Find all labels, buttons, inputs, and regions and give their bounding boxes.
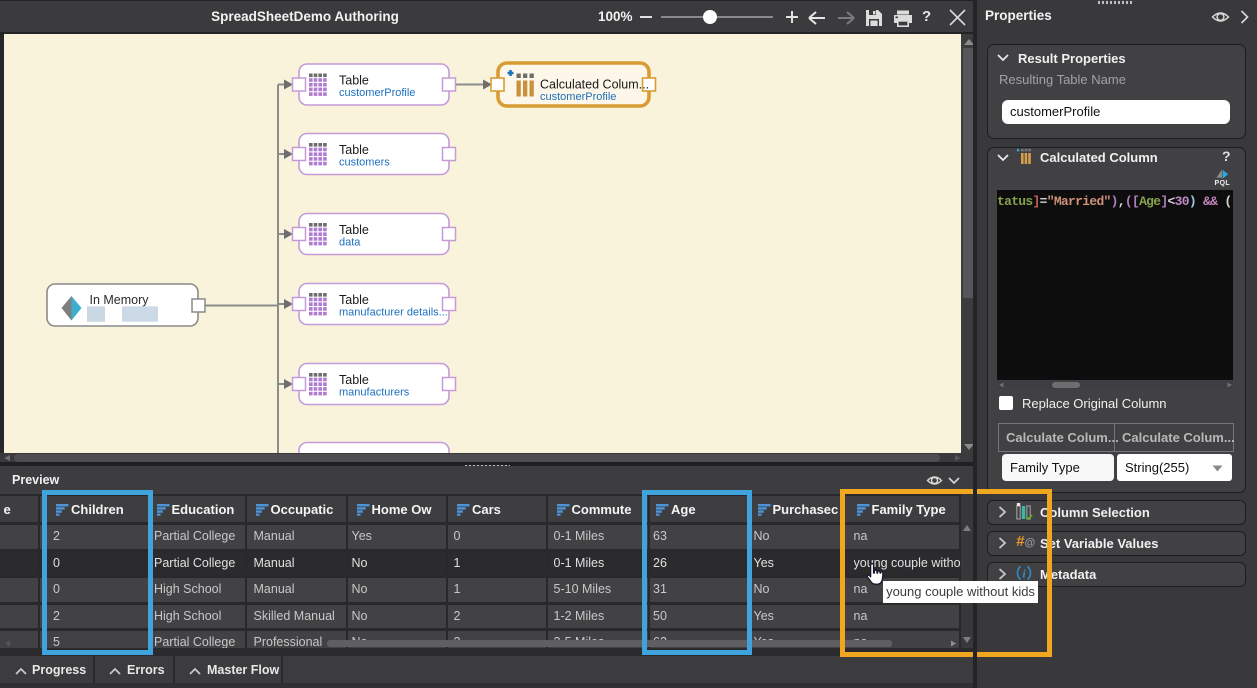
svg-text:data: data: [339, 237, 361, 249]
svg-text:Table: Table: [339, 143, 369, 157]
svg-text:Table: Table: [339, 74, 369, 88]
svg-text:Calculated Colum...: Calculated Colum...: [540, 78, 649, 92]
svg-text:Table: Table: [339, 373, 369, 387]
svg-text:customers: customers: [339, 157, 390, 169]
svg-text:Table: Table: [339, 223, 369, 237]
svg-text:customerProfile: customerProfile: [339, 87, 415, 99]
svg-text:customerProfile: customerProfile: [540, 91, 616, 103]
svg-text:manufacturer details...: manufacturer details...: [339, 307, 448, 319]
svg-text:Table: Table: [339, 293, 369, 307]
svg-text:manufacturers: manufacturers: [339, 387, 410, 399]
svg-text:In Memory: In Memory: [90, 293, 150, 307]
